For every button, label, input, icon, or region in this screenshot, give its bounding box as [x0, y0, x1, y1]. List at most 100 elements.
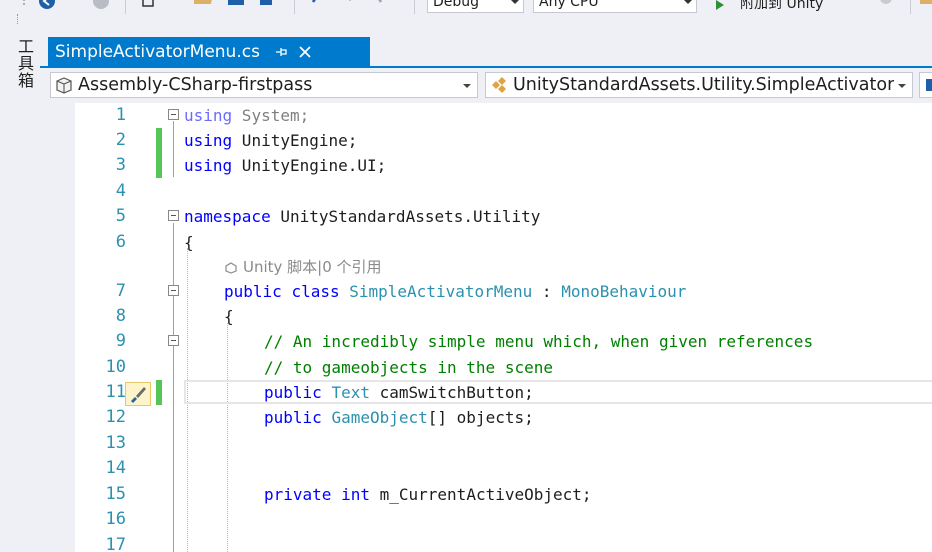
navigate-forward-icon[interactable]: [92, 0, 110, 10]
code-line: 14: [40, 456, 932, 481]
code-token: m_CurrentActiveObject;: [369, 485, 592, 504]
code-text: using System;: [184, 103, 309, 128]
change-marker: [156, 380, 162, 405]
code-text: private int m_CurrentActiveObject;: [264, 482, 592, 507]
document-tab-strip: SimpleActivatorMenu.cs: [40, 34, 932, 68]
code-token: UnityStandardAssets.Utility: [270, 207, 541, 226]
codelens-references[interactable]: Unity 脚本|0 个引用: [243, 255, 382, 280]
code-line: 9 // An incredibly simple menu which, wh…: [40, 329, 932, 354]
code-text: using UnityEngine.UI;: [184, 153, 386, 178]
line-number: 12: [105, 407, 126, 427]
play-icon[interactable]: [716, 0, 724, 10]
code-line: 16: [40, 507, 932, 532]
configuration-value: Debug: [433, 0, 480, 10]
save-all-icon[interactable]: [256, 0, 274, 8]
code-line: 12 public GameObject[] objects;: [40, 405, 932, 430]
keyword: private: [264, 485, 332, 504]
field-icon: [926, 79, 932, 91]
toolbar-separator: [910, 0, 911, 14]
line-number: 2: [115, 130, 126, 150]
type-dropdown[interactable]: UnityStandardAssets.Utility.SimpleActiva…: [485, 72, 913, 98]
undo-dropdown-icon[interactable]: [345, 0, 355, 8]
code-token: :: [532, 282, 562, 301]
collapse-icon[interactable]: [168, 285, 179, 296]
drag-handle-icon: [23, 0, 25, 5]
configuration-dropdown[interactable]: Debug: [427, 0, 524, 13]
code-text: using UnityEngine;: [184, 128, 357, 153]
code-text: public Text camSwitchButton;: [264, 380, 534, 405]
folder-icon[interactable]: [920, 0, 932, 8]
code-area[interactable]: 1 using System; 2 using UnityEngine; 3 u…: [40, 103, 932, 552]
platform-dropdown[interactable]: Any CPU: [533, 0, 697, 13]
close-icon[interactable]: [298, 45, 312, 59]
line-number: 7: [115, 281, 126, 301]
code-line: 6 {: [40, 230, 932, 255]
new-item-icon[interactable]: [141, 0, 157, 8]
code-line: 17: [40, 533, 932, 552]
csharp-project-icon: [56, 77, 72, 94]
type-name: Text: [331, 383, 370, 402]
code-line: 11 public Text camSwitchButton;: [40, 380, 932, 405]
code-line: 3 using UnityEngine.UI;: [40, 153, 932, 178]
keyword: using: [184, 106, 233, 125]
line-number: 10: [105, 357, 126, 377]
codelens-row: Unity 脚本|0 个引用: [40, 255, 932, 280]
type-name: UnityStandardAssets.Utility.SimpleActiva…: [513, 75, 895, 95]
code-line: 4: [40, 179, 932, 204]
line-number: 15: [105, 484, 126, 504]
main-toolbar: Debug Any CPU 附加到 Unity: [0, 0, 932, 14]
tab-title: SimpleActivatorMenu.cs: [55, 42, 260, 62]
collapse-icon[interactable]: [168, 109, 179, 120]
left-tool-window-strip: 工具箱: [0, 14, 40, 552]
line-number: 6: [115, 232, 126, 252]
keyword: public: [264, 383, 322, 402]
line-number: 17: [105, 535, 126, 552]
line-number: 11: [105, 382, 126, 402]
collapse-icon[interactable]: [168, 335, 179, 346]
save-icon[interactable]: [227, 0, 245, 8]
toolbar-separator: [125, 0, 126, 14]
chevron-down-icon: [898, 84, 906, 88]
chevron-down-icon: [511, 0, 519, 4]
project-dropdown[interactable]: Assembly-CSharp-firstpass: [50, 72, 478, 98]
line-number: 3: [115, 155, 126, 175]
line-number: 1: [115, 105, 126, 125]
code-line: 15 private int m_CurrentActiveObject;: [40, 482, 932, 507]
code-line: 8 {: [40, 304, 932, 329]
redo-icon[interactable]: [363, 0, 385, 8]
code-text: namespace UnityStandardAssets.Utility: [184, 204, 540, 229]
undo-icon[interactable]: [309, 0, 331, 8]
line-number: 5: [115, 206, 126, 226]
keyword: class: [291, 282, 340, 301]
code-text: {: [184, 233, 194, 252]
line-number: 13: [105, 433, 126, 453]
type-name: GameObject: [331, 408, 428, 427]
navigate-back-icon[interactable]: [37, 0, 57, 10]
class-icon: [492, 77, 506, 93]
keyword: int: [341, 485, 370, 504]
type-name: MonoBehaviour: [561, 282, 687, 301]
chevron-down-icon: [463, 84, 471, 88]
code-token: UnityEngine;: [232, 131, 358, 150]
comment: // to gameobjects in the scene: [264, 358, 553, 377]
navigation-bar: Assembly-CSharp-firstpass UnityStandardA…: [40, 68, 932, 103]
toolbox-tab[interactable]: 工具箱: [10, 38, 36, 108]
code-token: [] objects;: [427, 408, 534, 427]
quick-actions-button[interactable]: [125, 382, 151, 406]
keyword: namespace: [184, 207, 271, 226]
keyword: using: [184, 156, 233, 175]
code-text: {: [224, 307, 234, 326]
open-folder-icon[interactable]: [193, 0, 215, 8]
settings-icon[interactable]: [878, 0, 894, 8]
collapse-icon[interactable]: [168, 210, 179, 221]
code-text: public class SimpleActivatorMenu : MonoB…: [224, 279, 686, 304]
code-token: UnityEngine.UI;: [232, 156, 387, 175]
pin-icon[interactable]: [274, 45, 288, 59]
code-editor[interactable]: 1 using System; 2 using UnityEngine; 3 u…: [40, 103, 932, 552]
tab-simpleactivatormenu[interactable]: SimpleActivatorMenu.cs: [48, 37, 370, 67]
member-dropdown[interactable]: [919, 72, 932, 98]
chevron-down-icon: [684, 0, 692, 4]
code-text: public GameObject[] objects;: [264, 405, 534, 430]
line-number: 8: [115, 306, 126, 326]
attach-to-unity-button[interactable]: 附加到 Unity: [740, 0, 823, 13]
